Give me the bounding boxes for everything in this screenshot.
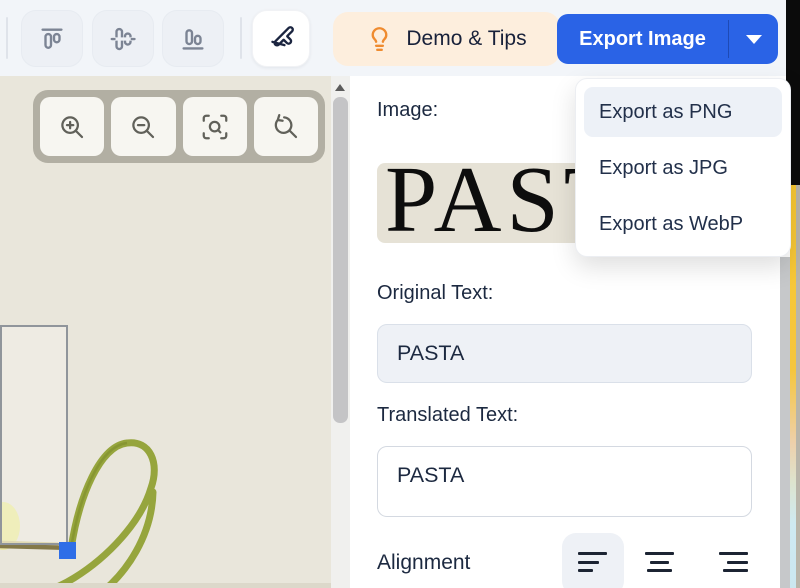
demo-tips-button[interactable]: Demo & Tips xyxy=(333,12,560,66)
selection-resize-handle[interactable] xyxy=(59,542,76,559)
canvas-scrollbar-thumb[interactable] xyxy=(333,97,348,423)
scrollbar-up-arrow-icon[interactable] xyxy=(335,84,345,91)
zoom-toolbar xyxy=(33,90,325,163)
menu-item-export-jpg[interactable]: Export as JPG xyxy=(584,143,782,193)
translated-text-label: Translated Text: xyxy=(377,404,518,427)
image-canvas[interactable] xyxy=(0,76,331,588)
canvas-scrollbar[interactable] xyxy=(331,76,350,588)
toolbar-divider xyxy=(240,17,242,59)
zoom-to-fit-icon xyxy=(200,112,230,142)
top-toolbar: Demo & Tips Export Image xyxy=(0,0,800,76)
zoom-in-icon xyxy=(57,112,87,142)
zoom-out-icon xyxy=(128,112,158,142)
align-bottom-button[interactable] xyxy=(162,10,224,67)
align-left-icon xyxy=(578,552,608,573)
canvas-edge xyxy=(0,583,331,588)
lightbulb-icon xyxy=(366,26,393,53)
align-center-button[interactable] xyxy=(629,533,691,588)
zoom-reset-icon xyxy=(271,112,301,142)
panel-scrollbar-thumb[interactable] xyxy=(780,257,790,588)
align-left-button[interactable] xyxy=(562,533,624,588)
toolbar-divider xyxy=(6,17,8,59)
text-selection-box[interactable] xyxy=(0,325,68,545)
align-middle-icon xyxy=(108,24,138,54)
demo-tips-label: Demo & Tips xyxy=(406,27,526,51)
translated-text-input[interactable]: PASTA xyxy=(377,446,752,517)
export-dropdown-toggle[interactable] xyxy=(729,14,778,64)
export-dropdown-menu: Export as PNG Export as JPG Export as We… xyxy=(575,78,791,257)
app-window: Demo & Tips Export Image xyxy=(0,0,800,588)
align-top-button[interactable] xyxy=(21,10,83,67)
brush-tool-button[interactable] xyxy=(252,10,310,67)
original-text-label: Original Text: xyxy=(377,282,493,305)
zoom-to-fit-button[interactable] xyxy=(183,97,247,156)
image-label: Image: xyxy=(377,99,438,122)
alignment-label: Alignment xyxy=(377,551,470,575)
original-text-input[interactable] xyxy=(377,324,752,383)
export-image-button[interactable]: Export Image xyxy=(557,14,778,64)
zoom-reset-button[interactable] xyxy=(254,97,318,156)
export-image-label: Export Image xyxy=(557,14,728,64)
paintbrush-icon xyxy=(268,25,295,52)
zoom-in-button[interactable] xyxy=(40,97,104,156)
page-scrollbar[interactable] xyxy=(796,185,800,588)
align-right-button[interactable] xyxy=(702,533,764,588)
align-center-icon xyxy=(645,552,675,573)
zoom-out-button[interactable] xyxy=(111,97,175,156)
align-top-icon xyxy=(37,24,67,54)
menu-item-export-webp[interactable]: Export as WebP xyxy=(584,199,782,249)
align-middle-button[interactable] xyxy=(92,10,154,67)
align-bottom-icon xyxy=(178,24,208,54)
align-right-icon xyxy=(718,552,748,573)
menu-item-export-png[interactable]: Export as PNG xyxy=(584,87,782,137)
chevron-down-icon xyxy=(746,35,762,44)
